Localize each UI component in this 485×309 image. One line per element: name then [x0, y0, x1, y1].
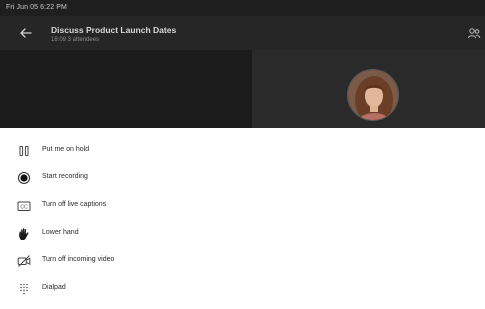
participants-button[interactable] [467, 26, 481, 40]
put-on-hold-label: Put me on hold [42, 146, 90, 153]
raised-hand-icon [19, 228, 29, 240]
start-recording-item[interactable]: Start recording [0, 165, 485, 192]
video-off-icon [17, 255, 31, 267]
dialpad-icon [20, 283, 28, 295]
turn-off-captions-label: Turn off live captions [42, 201, 107, 208]
call-stage: Fri Jun 05 6:22 PM Discuss Product Launc… [0, 0, 485, 128]
turn-off-incoming-video-item[interactable]: Turn off incoming video [0, 248, 485, 275]
pause-icon [19, 146, 29, 156]
put-on-hold-item[interactable]: Put me on hold [0, 138, 485, 165]
start-recording-label: Start recording [42, 173, 88, 180]
back-button[interactable] [18, 25, 34, 41]
dialpad-label: Dialpad [42, 284, 66, 291]
video-tile-empty [0, 50, 252, 128]
svg-text:CC: CC [20, 204, 28, 210]
turn-off-captions-item[interactable]: CC Turn off live captions [0, 193, 485, 220]
call-options-menu: Put me on hold Start recording CC Turn o… [0, 128, 485, 309]
turn-off-incoming-video-label: Turn off incoming video [42, 256, 115, 263]
lower-hand-label: Lower hand [42, 229, 79, 236]
closed-captions-icon: CC [17, 201, 31, 211]
lower-hand-item[interactable]: Lower hand [0, 221, 485, 248]
meeting-subtitle: 18:09 3 attendees [51, 37, 100, 43]
participant-avatar [347, 69, 399, 121]
dialpad-item[interactable]: Dialpad [0, 276, 485, 303]
status-bar-datetime: Fri Jun 05 6:22 PM [6, 4, 67, 11]
record-icon [17, 171, 31, 185]
meeting-title: Discuss Product Launch Dates [51, 25, 177, 35]
participants-icon [468, 28, 481, 39]
meeting-header: Discuss Product Launch Dates 18:09 3 att… [0, 16, 485, 50]
back-arrow-icon [20, 28, 32, 38]
